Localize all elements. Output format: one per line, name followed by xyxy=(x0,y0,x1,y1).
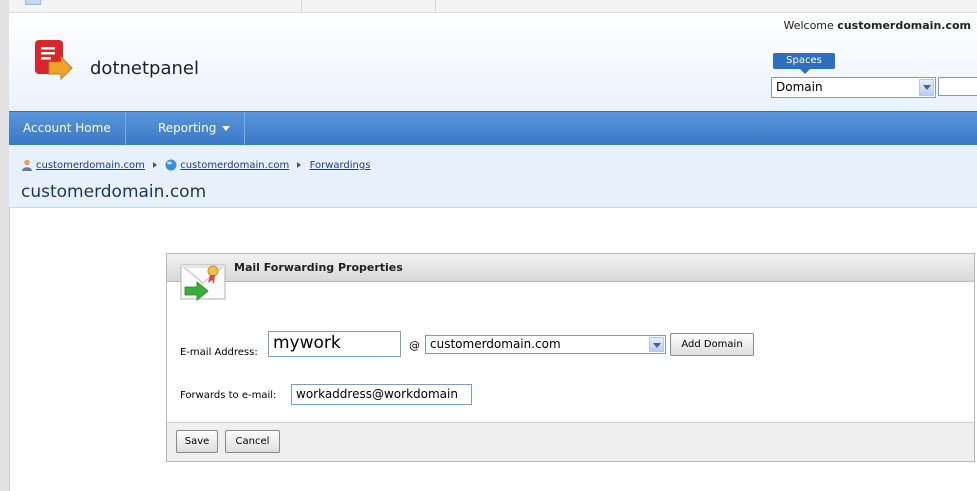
email-domain-select[interactable]: customerdomain.com xyxy=(425,335,666,354)
spaces-label: Spaces xyxy=(773,53,835,74)
space-selector-value: Domain xyxy=(776,80,823,94)
add-domain-button[interactable]: Add Domain xyxy=(670,333,754,356)
caret-down-icon xyxy=(222,126,231,131)
panel-header: Mail Forwarding Properties xyxy=(167,254,974,282)
breadcrumb-separator-icon xyxy=(297,162,302,168)
email-domain-value: customerdomain.com xyxy=(430,337,561,351)
chevron-down-icon[interactable] xyxy=(919,79,934,96)
save-button[interactable]: Save xyxy=(176,430,218,453)
cancel-button[interactable]: Cancel xyxy=(225,430,280,453)
mail-forwarding-panel: Mail Forwarding Properties E-mail Addres… xyxy=(166,253,975,462)
mail-forward-icon xyxy=(180,264,226,301)
breadcrumb: customerdomain.com customerdomain.com Fo… xyxy=(21,159,370,171)
email-label: E-mail Address: xyxy=(180,347,258,358)
nav-reporting-label: Reporting xyxy=(158,121,217,135)
space-globe-icon xyxy=(165,159,177,171)
welcome-user[interactable]: customerdomain.com xyxy=(837,19,971,32)
page-header: customerdomain.com customerdomain.com Fo… xyxy=(9,145,977,208)
space-selector[interactable]: Domain xyxy=(771,77,936,98)
breadcrumb-user[interactable]: customerdomain.com xyxy=(36,160,145,171)
tab-1[interactable] xyxy=(9,0,302,11)
space-search-input[interactable] xyxy=(938,77,977,96)
dotnetpanel-logo-icon xyxy=(35,40,73,80)
welcome-text: Welcome customerdomain.com xyxy=(783,19,971,32)
breadcrumb-separator-icon xyxy=(153,162,158,168)
chevron-down-icon[interactable] xyxy=(649,337,664,352)
email-local-input[interactable]: mywork xyxy=(268,331,401,357)
page-title: customerdomain.com xyxy=(21,182,207,202)
breadcrumb-forwardings[interactable]: Forwardings xyxy=(310,160,371,171)
breadcrumb-space[interactable]: customerdomain.com xyxy=(180,160,289,171)
browser-tab-strip xyxy=(9,0,977,13)
tab-2[interactable] xyxy=(301,0,436,11)
nav-reporting[interactable]: Reporting xyxy=(144,112,246,145)
user-icon xyxy=(22,159,32,171)
nav-account-home[interactable]: Account Home xyxy=(9,112,126,145)
main-nav: Account Home Reporting xyxy=(9,111,977,146)
forwards-email-input[interactable]: workaddress@workdomain xyxy=(291,384,472,405)
panel-footer: Save Cancel xyxy=(167,422,974,461)
welcome-prefix: Welcome xyxy=(783,19,838,32)
panel-title: Mail Forwarding Properties xyxy=(234,261,403,274)
nav-account-home-label: Account Home xyxy=(23,121,111,135)
header: dotnetpanel Welcome customerdomain.com S… xyxy=(9,13,977,111)
forwards-label: Forwards to e-mail: xyxy=(180,390,277,401)
brand-name[interactable]: dotnetpanel xyxy=(90,58,199,79)
at-symbol: @ xyxy=(409,339,420,352)
